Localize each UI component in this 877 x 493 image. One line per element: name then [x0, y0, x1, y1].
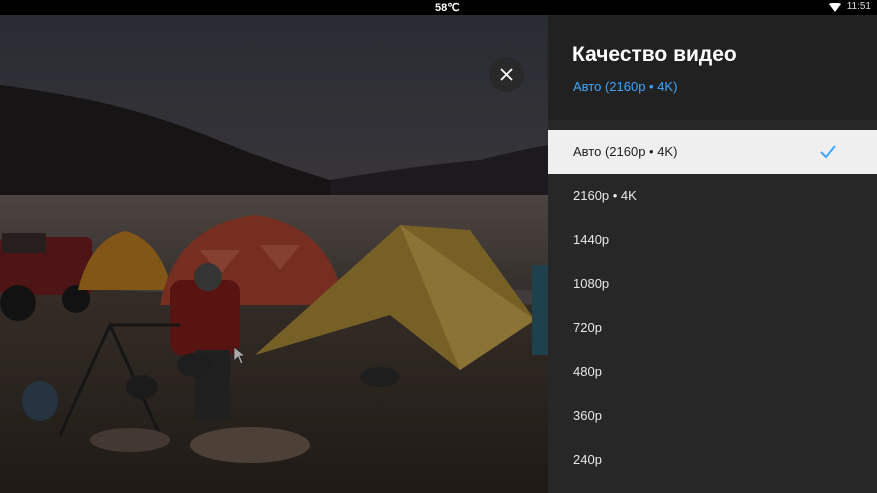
quality-option-label: 720p	[573, 320, 602, 335]
quality-option-1080p[interactable]: 1080p	[548, 262, 877, 306]
quality-options-list: Авто (2160p • 4K) 2160p • 4K 1440p 1080p…	[548, 130, 877, 482]
status-bar: 58℃ 11:51	[0, 0, 877, 15]
quality-option-1440p[interactable]: 1440p	[548, 218, 877, 262]
current-quality: Авто (2160p • 4K)	[573, 79, 678, 94]
panel-header: Качество видео Авто (2160p • 4K)	[548, 15, 877, 120]
quality-option-label: 1440p	[573, 232, 610, 247]
quality-option-480p[interactable]: 480p	[548, 350, 877, 394]
video-player[interactable]	[0, 15, 548, 493]
quality-option-label: 360p	[573, 408, 602, 423]
quality-option-auto[interactable]: Авто (2160p • 4K)	[548, 130, 877, 174]
quality-option-label: Авто (2160p • 4K)	[573, 144, 678, 159]
quality-option-label: 2160p • 4K	[573, 188, 637, 203]
temperature-readout: 58℃	[435, 2, 460, 14]
clock: 11:51	[846, 1, 871, 12]
close-icon	[500, 68, 513, 81]
close-button[interactable]	[489, 57, 524, 92]
quality-option-label: 240p	[573, 452, 602, 467]
quality-option-label: 480p	[573, 364, 602, 379]
video-frame	[0, 15, 548, 493]
quality-option-240p[interactable]: 240p	[548, 438, 877, 482]
quality-option-720p[interactable]: 720p	[548, 306, 877, 350]
quality-option-2160p[interactable]: 2160p • 4K	[548, 174, 877, 218]
panel-title: Качество видео	[572, 43, 737, 66]
wifi-icon	[829, 3, 841, 12]
quality-option-label: 1080p	[573, 276, 610, 291]
check-icon	[820, 145, 836, 159]
quality-option-360p[interactable]: 360p	[548, 394, 877, 438]
video-quality-panel: Качество видео Авто (2160p • 4K) Авто (2…	[548, 15, 877, 493]
